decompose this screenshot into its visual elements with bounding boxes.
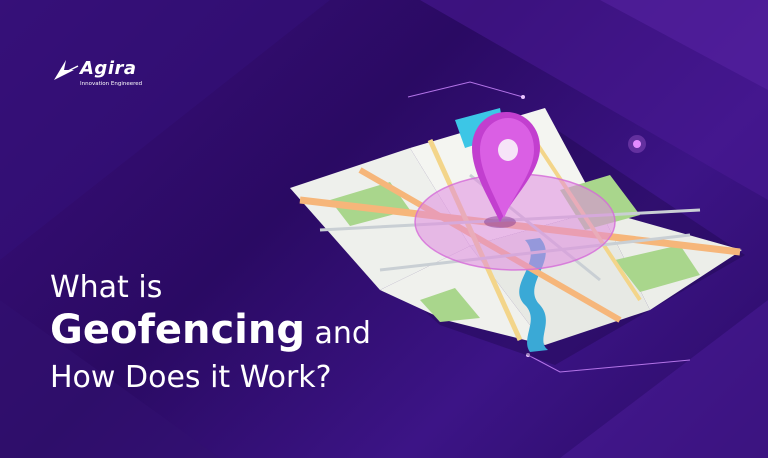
headline-line-2-rest: and [304,316,371,351]
hero-banner: Agira Innovation Engineered What is Geof… [0,0,768,458]
headline-line-2: Geofencing and [50,306,371,358]
headline-keyword: Geofencing [50,307,305,353]
headline-line-3: How Does it Work? [50,360,332,395]
headline: What is Geofencing and How Does it Work? [50,270,371,398]
headline-line-1: What is [50,270,163,305]
